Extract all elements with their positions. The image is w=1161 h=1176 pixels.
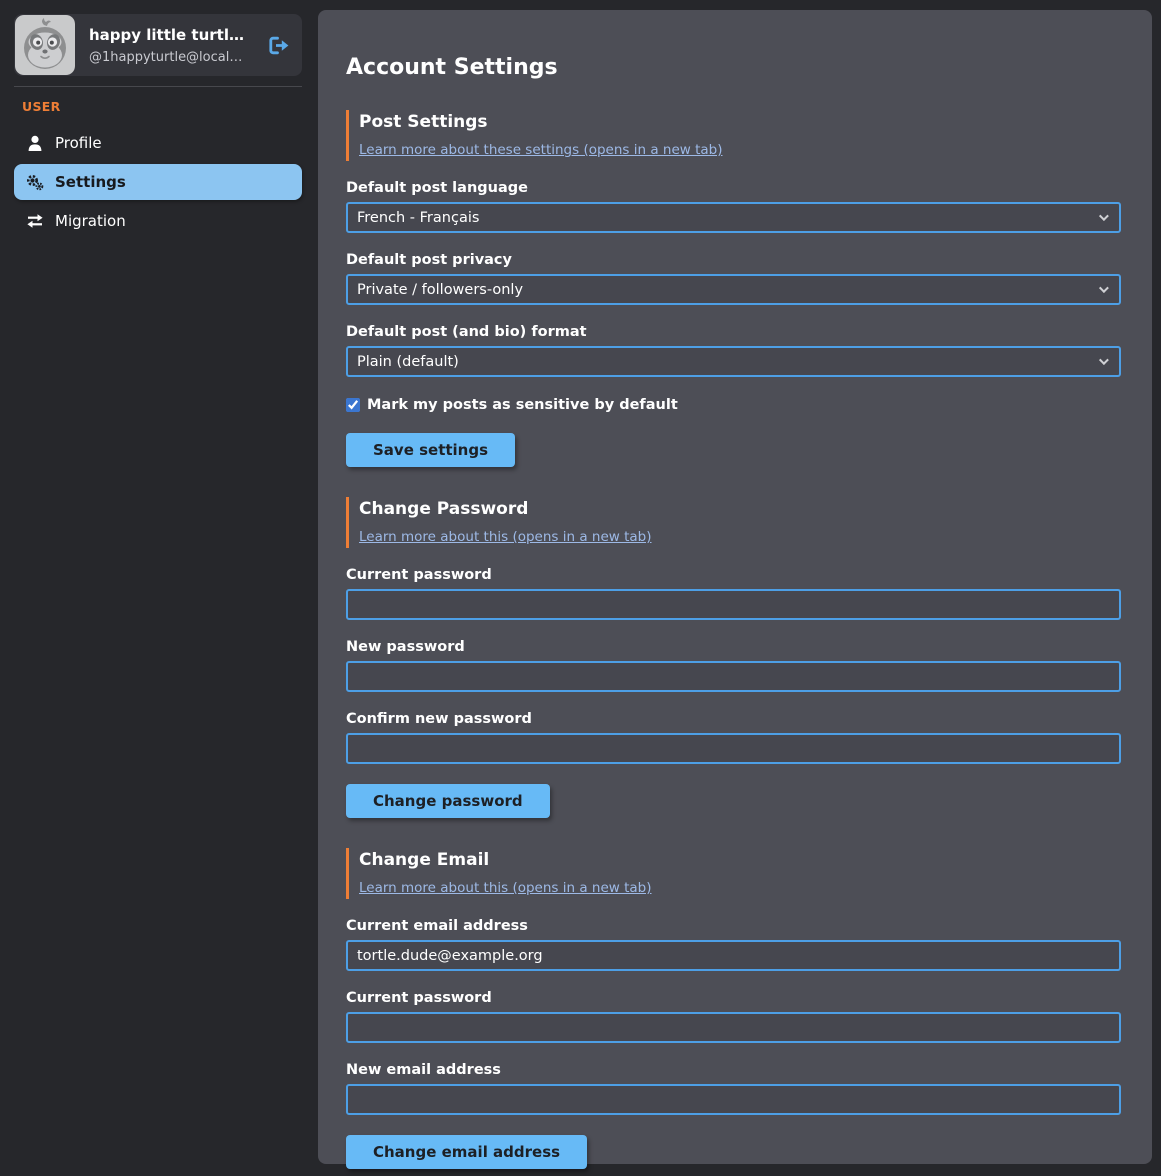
current-email-field: Current email address [346, 918, 1121, 971]
default-post-privacy-field: Default post privacy Private / followers… [346, 252, 1121, 305]
change-password-heading: Change Password [359, 499, 1121, 519]
sidebar-item-label: Settings [55, 173, 126, 191]
sidebar-item-label: Migration [55, 212, 126, 230]
default-post-language-field: Default post language French - Français [346, 180, 1121, 233]
save-settings-button[interactable]: Save settings [346, 433, 515, 467]
post-settings-header: Post Settings Learn more about these set… [346, 110, 1121, 161]
new-password-field: New password [346, 639, 1121, 692]
new-password-input[interactable] [346, 661, 1121, 692]
current-password-input[interactable] [346, 589, 1121, 620]
email-current-password-field: Current password [346, 990, 1121, 1043]
post-settings-heading: Post Settings [359, 112, 1121, 132]
default-post-format-label: Default post (and bio) format [346, 324, 1121, 340]
account-settings-panel: Account Settings Post Settings Learn mor… [318, 10, 1152, 1164]
default-post-privacy-label: Default post privacy [346, 252, 1121, 268]
logout-button[interactable] [268, 36, 290, 55]
default-post-format-field: Default post (and bio) format Plain (def… [346, 324, 1121, 377]
app-layout: happy little turtl… @1happyturtle@local…… [0, 0, 1161, 1176]
sloth-avatar [15, 15, 75, 75]
change-email-heading: Change Email [359, 850, 1121, 870]
user-display-name: happy little turtl… [89, 26, 260, 44]
email-current-password-input[interactable] [346, 1012, 1121, 1043]
selected-language-value: French - Français [357, 210, 479, 226]
current-password-field: Current password [346, 567, 1121, 620]
new-email-label: New email address [346, 1062, 1121, 1078]
confirm-new-password-input[interactable] [346, 733, 1121, 764]
email-current-password-label: Current password [346, 990, 1121, 1006]
gears-icon [26, 174, 44, 191]
change-password-learn-more-link[interactable]: Learn more about this (opens in a new ta… [359, 529, 652, 545]
change-password-button[interactable]: Change password [346, 784, 550, 818]
default-post-format-select[interactable]: Plain (default) [346, 346, 1121, 377]
sidebar-section-label: USER [14, 99, 302, 114]
user-card[interactable]: happy little turtl… @1happyturtle@local… [14, 14, 302, 76]
change-email-learn-more-link[interactable]: Learn more about this (opens in a new ta… [359, 880, 652, 896]
selected-privacy-value: Private / followers-only [357, 282, 523, 298]
sidebar-divider [14, 86, 302, 87]
new-password-label: New password [346, 639, 1121, 655]
exchange-arrows-icon [26, 214, 44, 228]
default-post-language-select[interactable]: French - Français [346, 202, 1121, 233]
current-email-input[interactable] [346, 940, 1121, 971]
current-email-label: Current email address [346, 918, 1121, 934]
sign-out-icon [268, 36, 290, 55]
mark-sensitive-label: Mark my posts as sensitive by default [367, 397, 678, 413]
chevron-down-icon [1099, 355, 1109, 365]
new-email-field: New email address [346, 1062, 1121, 1115]
sidebar-item-settings[interactable]: Settings [14, 164, 302, 200]
user-icon [26, 135, 44, 151]
new-email-input[interactable] [346, 1084, 1121, 1115]
sidebar: happy little turtl… @1happyturtle@local…… [14, 10, 302, 1164]
chevron-down-icon [1099, 283, 1109, 293]
user-handle: @1happyturtle@local… [89, 50, 260, 65]
sidebar-item-label: Profile [55, 134, 102, 152]
page-title: Account Settings [346, 55, 1121, 80]
confirm-new-password-label: Confirm new password [346, 711, 1121, 727]
chevron-down-icon [1099, 211, 1109, 221]
current-password-label: Current password [346, 567, 1121, 583]
selected-format-value: Plain (default) [357, 354, 459, 370]
change-password-header: Change Password Learn more about this (o… [346, 497, 1121, 548]
change-email-header: Change Email Learn more about this (open… [346, 848, 1121, 899]
confirm-new-password-field: Confirm new password [346, 711, 1121, 764]
mark-sensitive-row: Mark my posts as sensitive by default [346, 397, 1121, 413]
change-email-button[interactable]: Change email address [346, 1135, 587, 1169]
sidebar-nav: Profile Settings [14, 125, 302, 239]
default-post-language-label: Default post language [346, 180, 1121, 196]
mark-sensitive-checkbox[interactable] [346, 398, 360, 412]
sidebar-item-profile[interactable]: Profile [14, 125, 302, 161]
sidebar-item-migration[interactable]: Migration [14, 203, 302, 239]
default-post-privacy-select[interactable]: Private / followers-only [346, 274, 1121, 305]
post-settings-learn-more-link[interactable]: Learn more about these settings (opens i… [359, 142, 722, 158]
user-card-text: happy little turtl… @1happyturtle@local… [89, 26, 260, 65]
